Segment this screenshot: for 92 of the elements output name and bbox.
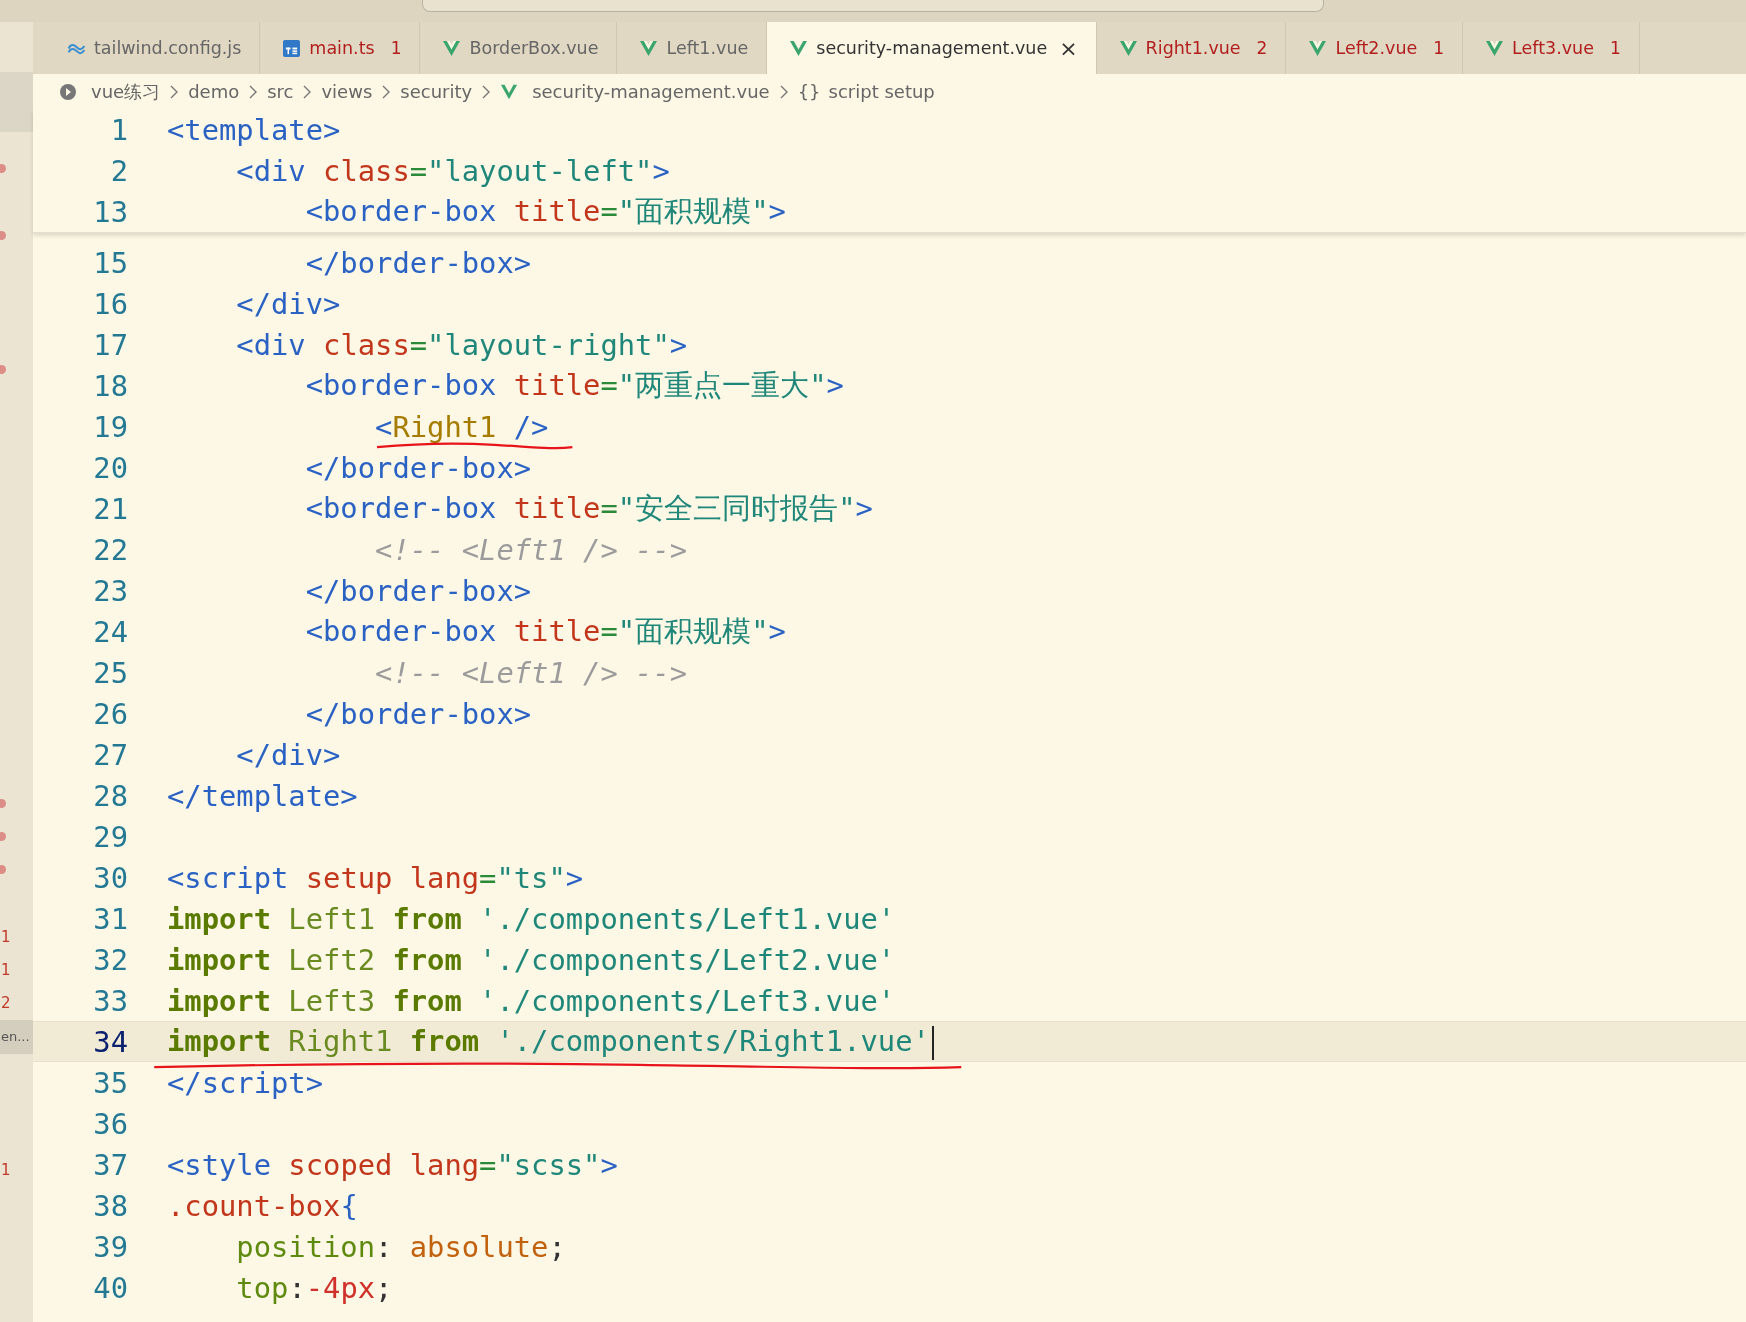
code-line: import Right1 from './components/Right1.vue' [167,1023,934,1060]
code-line: </border-box> [304,696,532,731]
breadcrumb-item[interactable]: security-management.vue [532,81,770,102]
line-number: 37 [92,1147,128,1182]
chevron-icon [170,84,179,99]
code-line: import Left2 from './components/Left2.vue' [167,942,896,977]
problem-count: 1 [1,1161,11,1180]
text-cursor [931,1025,934,1060]
line-number: 2 [109,153,128,188]
code-line: <template> [167,112,341,147]
vue-icon [1485,39,1505,57]
chevron-icon [303,84,312,99]
problem-dot-icon [0,364,6,374]
problem-dot-icon [0,164,6,174]
code-line: top:-4px; [235,1270,393,1305]
code-line: position: absolute; [235,1229,566,1264]
code-line: <!-- <Left1 /> --> [374,532,688,567]
close-icon[interactable]: × [1059,35,1078,61]
code-line: </border-box> [304,450,532,485]
code-line: .count-box{ [167,1188,358,1223]
line-number: 15 [92,245,128,280]
command-center[interactable] [422,0,1324,12]
line-number: 30 [92,860,128,895]
code-line: <border-box title="面积规模"> [304,192,786,230]
breadcrumb-item[interactable]: security [400,81,473,102]
problem-count: 1 [1,961,11,980]
chevron-icon [482,84,491,99]
problem-dot-icon [0,230,6,240]
line-number: 26 [92,696,128,731]
line-number: 16 [92,286,128,321]
line-number: 18 [92,368,128,403]
line-number: 24 [92,614,128,649]
breadcrumb-item[interactable]: views [321,81,373,102]
code-line: </border-box> [304,245,532,280]
code-line: </div> [235,286,341,321]
line-number: 21 [92,491,128,526]
typescript-icon [282,39,302,57]
code-line: <!-- <Left1 /> --> [374,655,688,690]
line-number: 36 [92,1106,128,1141]
code-line: <div class="layout-right"> [235,327,688,362]
code-line: <div class="layout-left"> [235,153,670,188]
vue-icon [442,39,462,57]
chevron-icon [382,84,391,99]
line-number: 32 [92,942,128,977]
line-number: 39 [92,1229,128,1264]
chevron-icon [779,84,788,99]
problem-dot-icon [0,798,6,808]
line-number: 23 [92,573,128,608]
problem-count: 1 [1,927,11,946]
line-number: 40 [92,1270,128,1305]
line-number: 22 [92,532,128,567]
line-number: 20 [92,450,128,485]
line-number: 31 [92,901,128,936]
line-number: 17 [92,327,128,362]
code-line: <Right1 /> [374,409,549,444]
vue-icon [789,39,809,57]
braces-icon: {} [797,81,821,102]
line-number: 13 [92,194,128,229]
code-line: <border-box title="安全三同时报告"> [304,489,873,527]
line-number: 28 [92,778,128,813]
line-number: 25 [92,655,128,690]
line-number: 33 [92,983,128,1018]
code-line: <border-box title="面积规模"> [304,612,786,650]
code-line: import Left1 from './components/Left1.vue' [167,901,896,936]
vue-icon [639,39,659,57]
code-line: <border-box title="两重点一重大"> [304,366,844,404]
vue-icon [500,82,519,101]
line-number: 38 [92,1188,128,1223]
vue-icon [1308,39,1328,57]
line-number: 27 [92,737,128,772]
code-line: </script> [167,1065,324,1100]
code-line: </border-box> [304,573,532,608]
editor-tab[interactable]: security-management.vue × [767,22,1097,74]
breadcrumb-item[interactable]: vue练习 [91,79,161,104]
breadcrumb-item[interactable]: demo [188,81,240,102]
code-line: <script setup lang="ts"> [167,860,584,895]
code-line: <style scoped lang="scss"> [167,1147,618,1182]
line-number: 19 [92,409,128,444]
code-line: </template> [167,778,358,813]
line-number: 1 [109,112,128,147]
code-line: import Left3 from './components/Left3.vue' [167,983,896,1018]
line-number: 35 [92,1065,128,1100]
play-circle-icon [59,82,77,101]
problem-dot-icon [0,865,6,875]
line-number: 34 [92,1024,128,1059]
vue-icon [1118,39,1138,57]
breadcrumb-item[interactable]: script setup [828,81,935,102]
line-number: 29 [92,819,128,854]
breadcrumb-item[interactable]: src [267,81,294,102]
problem-count: 2 [1,994,11,1013]
chevron-icon [249,84,258,99]
code-line: </div> [235,737,341,772]
